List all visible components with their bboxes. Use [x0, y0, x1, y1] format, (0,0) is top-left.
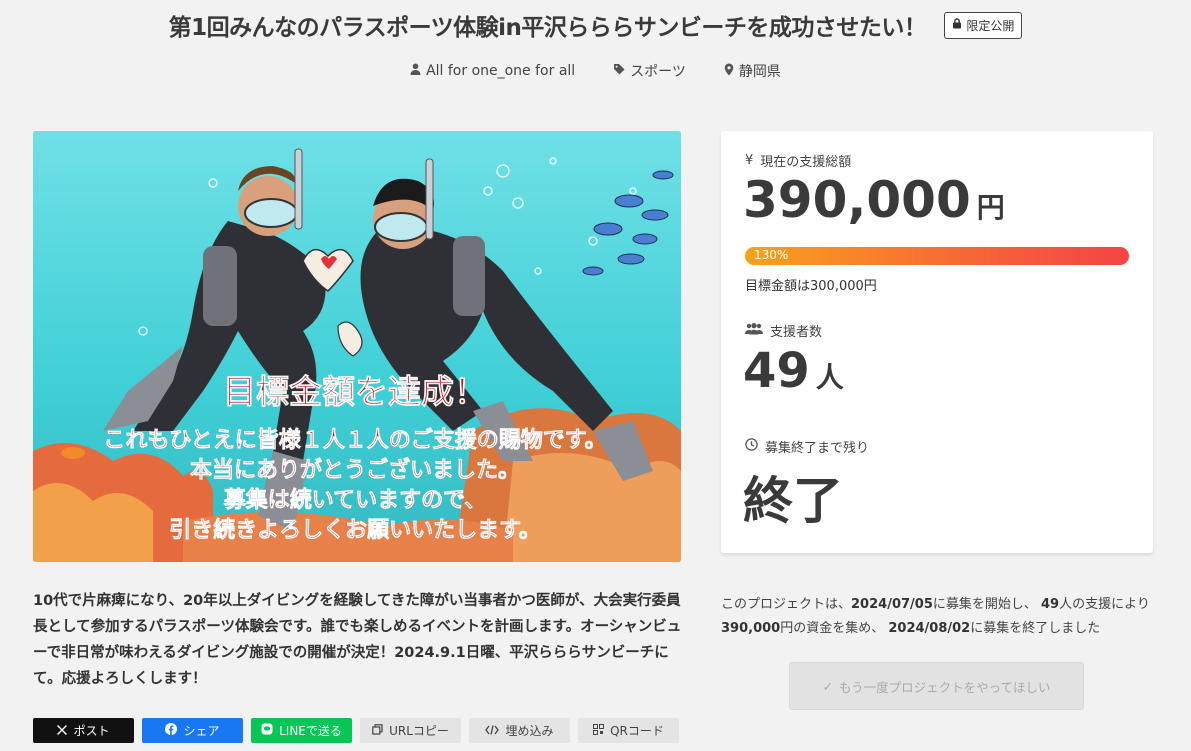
hero-line-4: 引き続きよろしくお願いいたします。: [169, 517, 541, 543]
user-icon: [410, 63, 421, 79]
total-label: 現在の支援総額: [760, 155, 852, 170]
embed-label: 埋め込み: [505, 724, 554, 738]
supporters-value: 49: [743, 343, 810, 399]
funding-progress-bar: 130%: [745, 247, 1129, 265]
total-unit: 円: [976, 191, 1005, 224]
summary-amount: 390,000: [721, 621, 781, 636]
line-icon: [261, 723, 273, 738]
project-description: 10代で片麻痺になり、20年以上ダイビングを経験してきた障がい当事者かつ医師が、…: [33, 593, 682, 687]
total-amount: 390,000 円: [743, 171, 1005, 229]
badge-label: 限定公開: [966, 18, 1015, 33]
hero-line-3: 募集は続いていますので、: [223, 487, 486, 513]
funding-stats-card: ¥ 現在の支援総額 390,000 円 130% 目標金額は300,000円 支援…: [721, 131, 1153, 553]
summary-text-5: に募集を終了しました: [970, 621, 1101, 636]
goal-amount: 目標金額は300,000円: [745, 279, 877, 294]
copy-icon: [372, 723, 383, 738]
remaining-status: 終了: [743, 472, 843, 530]
project-hero-image: 目標金額を達成！ これもひとえに皆様１人１人のご支援の賜物です。 本当にありがと…: [33, 131, 681, 562]
copy-url-label: URLコピー: [389, 724, 449, 738]
share-buttons: ポスト シェア LINEで送る URLコピー 埋め込み QRコード: [33, 718, 679, 743]
summary-text-4: 円の資金を集め、: [780, 621, 889, 636]
check-icon: ✓: [822, 679, 833, 694]
share-line-label: LINEで送る: [279, 724, 342, 738]
summary-text-3: 人の支援により: [1059, 597, 1150, 612]
share-facebook-button[interactable]: シェア: [142, 718, 243, 743]
facebook-icon: [165, 723, 178, 738]
share-facebook-label: シェア: [183, 724, 220, 738]
project-meta: All for one_one for all スポーツ 静岡県: [0, 61, 1191, 81]
request-again-button[interactable]: ✓ もう一度プロジェクトをやってほしい: [789, 662, 1084, 710]
hero-line-2: 本当にありがとうございました。: [190, 457, 520, 483]
summary-text-1: このプロジェクトは、: [721, 597, 852, 612]
summary-text-2: に募集を開始し、: [932, 597, 1042, 612]
remaining-label: 募集終了まで残り: [765, 441, 870, 456]
supporters-unit: 人: [815, 361, 844, 394]
share-x-button[interactable]: ポスト: [33, 718, 134, 743]
supporters-label: 支援者数: [770, 325, 823, 340]
supporters-label-row: 支援者数: [745, 321, 822, 340]
embed-button[interactable]: 埋め込み: [469, 718, 570, 743]
copy-url-button[interactable]: URLコピー: [360, 718, 461, 743]
summary-supporters: 49: [1041, 597, 1060, 612]
progress-percent: 130%: [754, 248, 789, 262]
qr-code-icon: [593, 723, 605, 738]
category-name: スポーツ: [630, 64, 686, 80]
share-line-button[interactable]: LINEで送る: [251, 718, 352, 743]
supporters-count: 49 人: [743, 343, 844, 399]
project-illustration-icon: 目標金額を達成！ これもひとえに皆様１人１人のご支援の賜物です。 本当にありがと…: [33, 131, 681, 562]
owner-name: All for one_one for all: [426, 63, 576, 79]
summary-start-date: 2024/07/05: [851, 597, 933, 612]
yen-icon: ¥: [745, 153, 754, 168]
clock-icon: [745, 438, 758, 455]
qr-code-label: QRコード: [610, 724, 664, 738]
limited-public-badge: 限定公開: [944, 11, 1023, 39]
owner-link[interactable]: All for one_one for all: [410, 61, 575, 81]
code-icon: [485, 724, 500, 738]
category-link[interactable]: スポーツ: [613, 61, 686, 81]
remaining-label-row: 募集終了まで残り: [745, 437, 869, 456]
users-icon: [745, 322, 763, 339]
location-name: 静岡県: [738, 64, 781, 80]
hero-headline: 目標金額を達成！: [223, 372, 487, 411]
x-logo-icon: [57, 724, 68, 738]
project-summary: このプロジェクトは、2024/07/05に募集を開始し、 49人の支援により 3…: [721, 593, 1161, 641]
total-value: 390,000: [743, 171, 971, 229]
qr-code-button[interactable]: QRコード: [578, 718, 679, 743]
tag-icon: [613, 63, 625, 79]
page-title: 第1回みんなのパラスポーツ体験in平沢らららサンビーチを成功させたい！: [168, 15, 927, 41]
share-x-label: ポスト: [73, 724, 110, 738]
request-again-label: もう一度プロジェクトをやってほしい: [838, 680, 1051, 695]
total-label-row: ¥ 現在の支援総額: [745, 151, 851, 170]
location-link[interactable]: 静岡県: [724, 61, 781, 81]
lock-icon: [952, 18, 962, 32]
title-row: 第1回みんなのパラスポーツ体験in平沢らららサンビーチを成功させたい！ 限定公開: [0, 8, 1191, 42]
summary-end-date: 2024/08/02: [888, 621, 971, 636]
hero-line-1: これもひとえに皆様１人１人のご支援の賜物です。: [103, 427, 606, 453]
map-pin-icon: [724, 63, 734, 80]
